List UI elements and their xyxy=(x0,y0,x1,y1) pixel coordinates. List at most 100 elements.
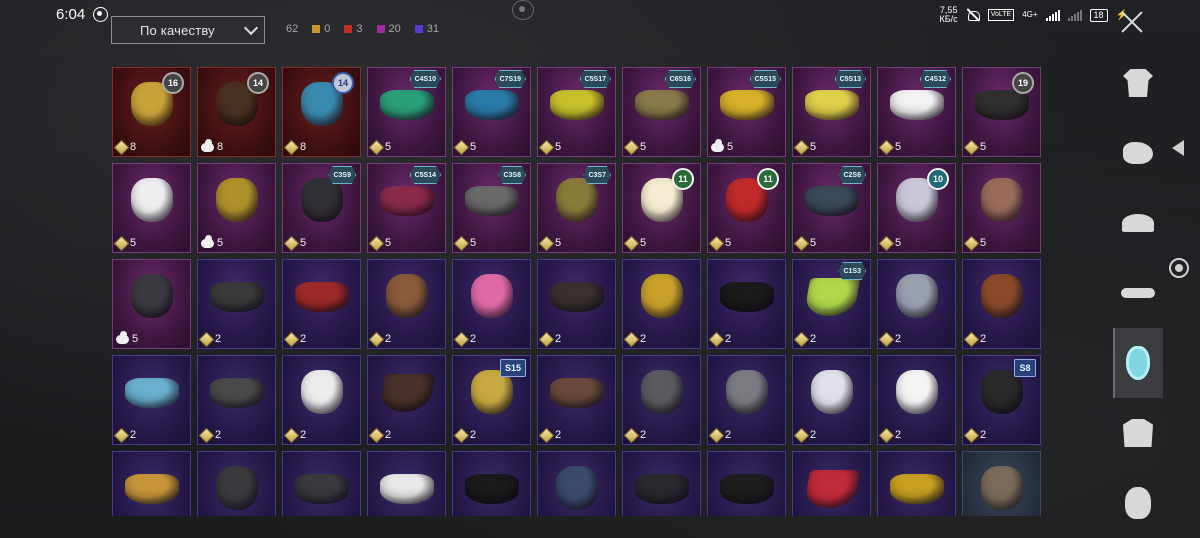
inventory-item[interactable]: 5 xyxy=(197,163,276,253)
diamond-icon xyxy=(368,235,385,251)
back-arrow-icon[interactable] xyxy=(1172,140,1184,156)
chevron-down-icon xyxy=(243,20,259,36)
inventory-item[interactable]: 14 8 xyxy=(197,67,276,157)
mask-image xyxy=(131,274,173,318)
item-value: 5 xyxy=(793,235,816,251)
count-value: 20 xyxy=(388,23,401,35)
category-tab[interactable] xyxy=(1113,118,1163,188)
inventory-item[interactable]: 2 xyxy=(877,355,956,445)
count-value: 3 xyxy=(356,23,363,35)
inventory-item[interactable] xyxy=(877,451,956,516)
mask-image xyxy=(803,470,861,508)
inventory-item[interactable]: 16 8 xyxy=(112,67,191,157)
inventory-item[interactable]: S8 2 xyxy=(962,355,1041,445)
item-value: 2 xyxy=(793,427,817,443)
category-tab[interactable] xyxy=(1113,328,1163,398)
inventory-item[interactable]: 2 xyxy=(197,355,276,445)
inventory-item[interactable]: C6S16 5 xyxy=(622,67,701,157)
mask-image xyxy=(805,186,859,216)
inventory-item[interactable]: 2 xyxy=(962,259,1041,349)
inventory-item[interactable]: C3S9 5 xyxy=(282,163,361,253)
inventory-item[interactable]: 2 xyxy=(537,355,616,445)
category-tab[interactable] xyxy=(1113,188,1163,258)
inventory-item[interactable] xyxy=(962,451,1041,516)
inventory-item[interactable]: 14 8 xyxy=(282,67,361,157)
level-badge: 19 xyxy=(1012,72,1034,94)
category-tab[interactable] xyxy=(1113,398,1163,468)
inventory-item[interactable]: 19 5 xyxy=(962,67,1041,157)
item-count: 2 xyxy=(810,429,817,441)
season-tag: C5S13 xyxy=(834,70,866,88)
inventory-item[interactable]: 5 xyxy=(112,259,191,349)
category-tab[interactable] xyxy=(1113,48,1163,118)
item-value: 2 xyxy=(793,331,816,347)
item-value: 5 xyxy=(878,139,901,155)
inventory-item[interactable]: 5 xyxy=(112,163,191,253)
inventory-item[interactable]: 2 xyxy=(367,259,446,349)
item-count: 2 xyxy=(980,333,987,345)
item-count: 5 xyxy=(640,237,647,249)
screen-record-icon[interactable] xyxy=(1169,258,1189,278)
diamond-icon xyxy=(793,331,810,347)
inventory-item[interactable]: C7S19 5 xyxy=(452,67,531,157)
mask-image xyxy=(726,370,768,414)
inventory-item[interactable] xyxy=(112,451,191,516)
inventory-item[interactable]: 2 xyxy=(792,355,871,445)
inventory-item[interactable]: C3S7 5 xyxy=(537,163,616,253)
item-count: 5 xyxy=(470,141,477,153)
inventory-item[interactable]: 2 xyxy=(282,259,361,349)
inventory-item[interactable]: S15 2 xyxy=(452,355,531,445)
inventory-item[interactable]: 2 xyxy=(452,259,531,349)
inventory-item[interactable]: 2 xyxy=(537,259,616,349)
inventory-item[interactable]: 2 xyxy=(282,355,361,445)
inventory-item[interactable]: C5S13 5 xyxy=(792,67,871,157)
inventory-item[interactable] xyxy=(367,451,446,516)
item-value: 2 xyxy=(538,331,561,347)
inventory-item[interactable]: 10 5 xyxy=(877,163,956,253)
inventory-item[interactable]: C3S8 5 xyxy=(452,163,531,253)
inventory-item[interactable] xyxy=(622,451,701,516)
inventory-item[interactable] xyxy=(197,451,276,516)
diamond-icon xyxy=(963,331,980,347)
inventory-item[interactable]: 5 xyxy=(962,163,1041,253)
inventory-item[interactable] xyxy=(792,451,871,516)
inventory-item[interactable]: 2 xyxy=(707,355,786,445)
category-tab[interactable] xyxy=(1113,258,1163,328)
inventory-item[interactable]: 2 xyxy=(367,355,446,445)
inventory-item[interactable] xyxy=(537,451,616,516)
mask-image xyxy=(125,474,179,504)
mask-image xyxy=(550,90,604,120)
inventory-item[interactable]: 11 5 xyxy=(622,163,701,253)
inventory-item[interactable]: C5S14 5 xyxy=(367,163,446,253)
inventory-item[interactable] xyxy=(282,451,361,516)
item-count: 5 xyxy=(300,237,307,249)
inventory-item[interactable] xyxy=(452,451,531,516)
category-tab[interactable] xyxy=(1113,468,1163,538)
item-count: 5 xyxy=(132,333,139,345)
inventory-item[interactable]: C5S15 5 xyxy=(707,67,786,157)
inventory-item[interactable]: 11 5 xyxy=(707,163,786,253)
item-count: 2 xyxy=(385,429,392,441)
diamond-icon xyxy=(368,427,385,443)
inventory-item[interactable] xyxy=(707,451,786,516)
level-badge: 14 xyxy=(332,72,354,94)
inventory-item[interactable]: 2 xyxy=(707,259,786,349)
item-count: 2 xyxy=(725,333,732,345)
item-value: 2 xyxy=(963,427,986,443)
mask-image xyxy=(550,282,604,312)
inventory-item[interactable]: C2S6 5 xyxy=(792,163,871,253)
inventory-item[interactable]: 2 xyxy=(197,259,276,349)
inventory-item[interactable]: 2 xyxy=(622,259,701,349)
inventory-item[interactable]: 2 xyxy=(877,259,956,349)
inventory-item[interactable]: 2 xyxy=(112,355,191,445)
inventory-item[interactable]: C1S3 2 xyxy=(792,259,871,349)
item-count: 5 xyxy=(470,237,477,249)
diamond-icon xyxy=(283,331,300,347)
record-indicator-icon[interactable] xyxy=(512,0,534,20)
sort-dropdown[interactable]: По качеству xyxy=(111,16,265,44)
inventory-item[interactable]: 2 xyxy=(622,355,701,445)
inventory-item[interactable]: C4S10 5 xyxy=(367,67,446,157)
inventory-item[interactable]: C4S12 5 xyxy=(877,67,956,157)
inventory-item[interactable]: C5S17 5 xyxy=(537,67,616,157)
close-button[interactable] xyxy=(1116,6,1148,38)
